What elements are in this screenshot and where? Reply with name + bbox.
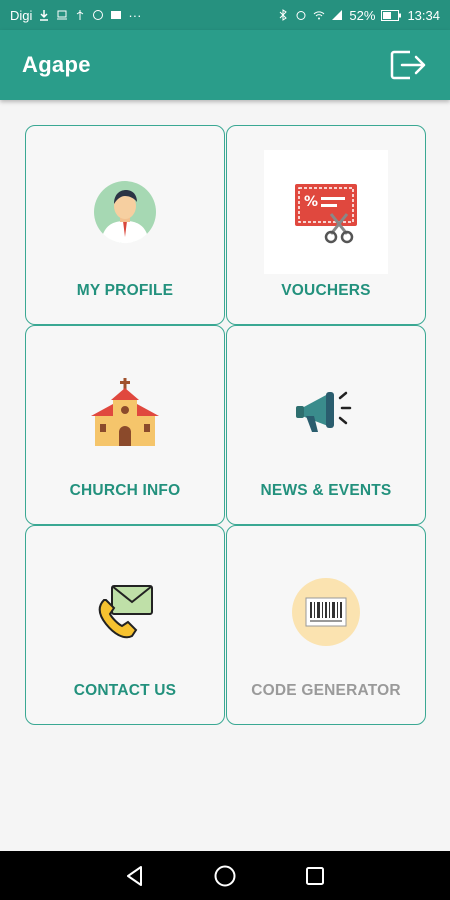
battery-percent: 52%	[349, 7, 376, 23]
signal-icon	[332, 10, 343, 20]
bluetooth-icon	[280, 9, 288, 21]
tile-code-generator[interactable]: CODE GENERATOR	[226, 525, 426, 725]
download-icon	[40, 10, 49, 21]
tile-my-profile[interactable]: MY PROFILE	[25, 125, 225, 325]
tile-label: CODE GENERATOR	[251, 682, 401, 699]
tile-label: VOUCHERS	[281, 282, 371, 299]
tile-label: MY PROFILE	[76, 282, 174, 299]
clock: 13:34	[407, 7, 440, 23]
voucher-scissors-icon: %	[264, 150, 388, 274]
tile-label: NEWS & EVENTS	[260, 482, 392, 499]
recents-square-icon	[306, 866, 324, 885]
alarm-icon	[296, 11, 306, 20]
church-icon	[63, 350, 187, 474]
logout-button[interactable]	[388, 48, 428, 82]
tile-label: CHURCH INFO	[69, 482, 181, 499]
status-bar: Digi ··· 52% 13:34	[0, 0, 450, 30]
system-nav-bar	[0, 851, 450, 900]
app-bar: Agape	[0, 30, 450, 100]
tile-contact-us[interactable]: CONTACT US	[25, 525, 225, 725]
tile-vouchers[interactable]: % VOUCHERS	[226, 125, 426, 325]
more-notifications-icon: ···	[128, 7, 142, 23]
home-circle-icon	[214, 865, 236, 886]
recents-button[interactable]	[301, 862, 329, 890]
tile-church-info[interactable]: CHURCH INFO	[25, 325, 225, 525]
image-icon	[111, 11, 122, 19]
usb-icon	[77, 10, 84, 20]
barcode-icon	[264, 550, 388, 674]
phone-mail-icon	[63, 550, 187, 674]
menu-grid: MY PROFILE % VOUCHERS CHURCH INFO NEWS &…	[25, 125, 426, 725]
battery-icon	[381, 9, 402, 21]
laptop-icon	[57, 10, 68, 20]
whatsapp-icon	[93, 10, 104, 20]
tile-label: CONTACT US	[73, 682, 177, 699]
app-title: Agape	[22, 52, 91, 77]
home-button[interactable]	[211, 862, 239, 890]
status-right: 52% 13:34	[277, 8, 440, 23]
profile-avatar-icon	[63, 150, 187, 274]
carrier-label: Digi	[10, 7, 33, 23]
wifi-icon	[314, 11, 325, 20]
svg-text:%: %	[304, 194, 318, 210]
back-triangle-icon	[127, 865, 142, 886]
megaphone-icon	[264, 350, 388, 474]
logout-icon	[390, 50, 426, 80]
status-left: Digi ···	[10, 8, 141, 23]
back-button[interactable]	[121, 862, 149, 890]
tile-news-events[interactable]: NEWS & EVENTS	[226, 325, 426, 525]
